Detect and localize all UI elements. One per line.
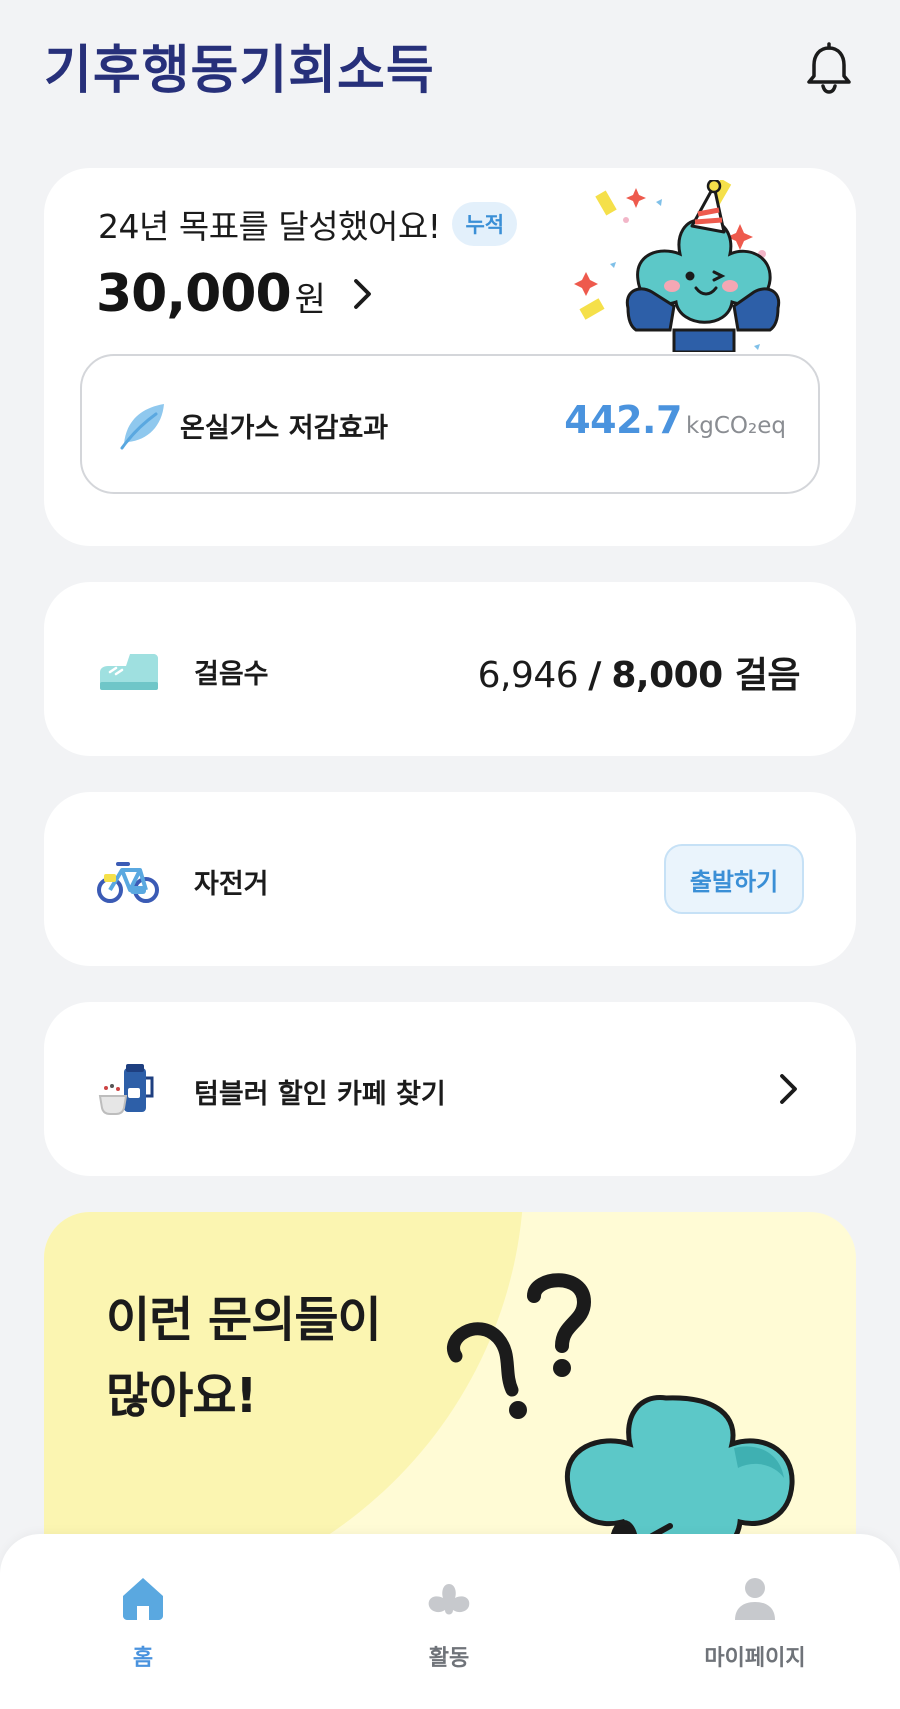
bike-card: 자전거 출발하기 <box>44 792 856 966</box>
nav-item-activity[interactable]: 활동 <box>369 1572 529 1672</box>
header: 기후행동기회소득 <box>0 0 900 140</box>
app-logo: 기후행동기회소득 <box>44 30 435 101</box>
tumbler-cup-icon <box>98 1064 154 1115</box>
start-ride-button[interactable]: 출발하기 <box>664 844 804 914</box>
steps-separator: / <box>588 655 602 696</box>
nav-label-mypage: 마이페이지 <box>704 1646 806 1671</box>
steps-label: 걸음수 <box>194 659 269 690</box>
cumulative-badge: 누적 <box>452 202 518 246</box>
ghg-reduction-box: 온실가스 저감효과 442.7 kgCO₂eq <box>80 354 820 494</box>
nav-item-mypage[interactable]: 마이페이지 <box>675 1572 835 1672</box>
amount-link[interactable]: 30,000 원 <box>96 264 374 324</box>
goal-title-row: 24년 목표를 달성했어요! 누적 <box>98 200 518 248</box>
activity-icon <box>428 1584 470 1615</box>
promo-title: 이런 문의들이 많아요! <box>106 1292 382 1424</box>
leaf-icon <box>120 404 164 450</box>
bottom-nav: 홈 활동 마이페이지 <box>0 1534 900 1709</box>
tumbler-label: 텀블러 할인 카페 찾기 <box>194 1079 446 1110</box>
tumbler-cafe-card[interactable]: 텀블러 할인 카페 찾기 <box>44 1002 856 1176</box>
party-mascot-illustration <box>574 180 781 352</box>
ghg-unit: kgCO₂eq <box>685 413 786 439</box>
bicycle-icon <box>97 862 159 903</box>
steps-card[interactable]: 걸음수 6,946 / 8,000 걸음 <box>44 582 856 756</box>
reward-unit: 원 <box>294 280 326 320</box>
bike-label: 자전거 <box>194 869 269 900</box>
home-screen: 기후행동기회소득 24년 목표를 달성했어요! 누적 30,000 원 온실가스… <box>0 0 900 1709</box>
person-icon <box>735 1578 775 1620</box>
steps-goal: 8,000 걸음 <box>611 655 800 696</box>
goal-card: 24년 목표를 달성했어요! 누적 30,000 원 온실가스 저감효과 442… <box>44 168 856 546</box>
nav-label-activity: 활동 <box>428 1646 470 1671</box>
ghg-value: 442.7 kgCO₂eq <box>564 398 786 442</box>
steps-progress: 6,946 / 8,000 걸음 <box>477 646 801 698</box>
shoe-icon <box>100 654 158 690</box>
logo-text: 기후행동기회소득 <box>44 40 435 101</box>
steps-current: 6,946 <box>477 655 579 696</box>
reward-amount: 30,000 <box>96 264 292 324</box>
chevron-right-icon <box>780 1074 797 1104</box>
bell-icon[interactable] <box>805 42 853 94</box>
goal-title: 24년 목표를 달성했어요! <box>98 207 441 246</box>
home-icon <box>123 1578 163 1620</box>
nav-item-home[interactable]: 홈 <box>63 1572 223 1672</box>
ghg-label: 온실가스 저감효과 <box>180 413 389 444</box>
ghg-number: 442.7 <box>564 398 682 442</box>
chevron-right-icon <box>354 279 371 309</box>
nav-label-home: 홈 <box>132 1646 154 1671</box>
